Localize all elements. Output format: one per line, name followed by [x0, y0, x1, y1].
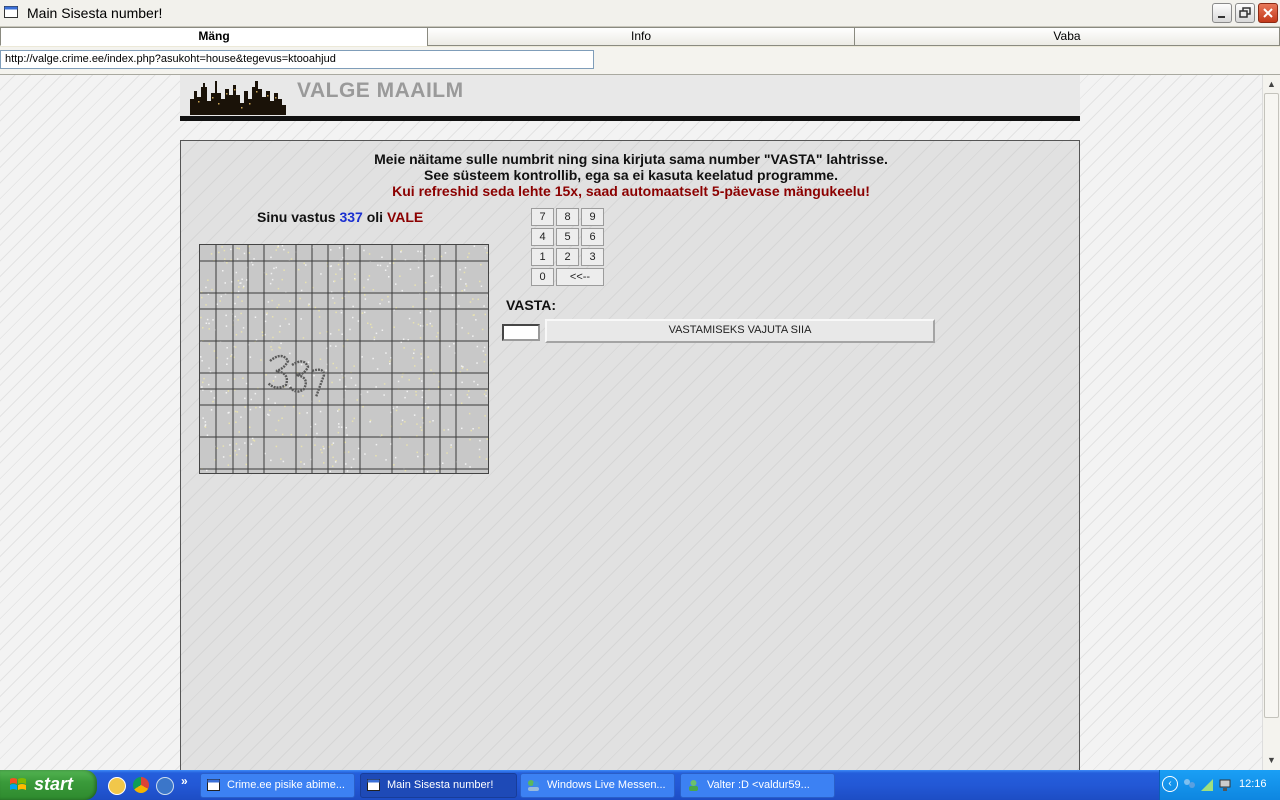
scroll-thumb[interactable] [1264, 93, 1279, 718]
tab-mang[interactable]: Mäng [0, 27, 428, 46]
restore-icon [1239, 7, 1251, 18]
chat-icon [689, 780, 698, 791]
vertical-scrollbar[interactable]: ▲ ▼ [1262, 75, 1280, 770]
key-4[interactable]: 4 [531, 228, 554, 246]
refresh-warning: Kui refreshid seda lehte 15x, saad autom… [392, 183, 870, 199]
close-icon [1263, 8, 1273, 18]
restore-button[interactable] [1235, 3, 1255, 23]
key-8[interactable]: 8 [556, 208, 579, 226]
minimize-icon [1218, 16, 1225, 18]
tab-bar: Mäng Info Vaba [0, 27, 1280, 47]
network-icon[interactable] [1218, 778, 1232, 792]
answer-prefix: Sinu vastus [257, 209, 336, 225]
address-field[interactable]: http://valge.crime.ee/index.php?asukoht=… [0, 50, 594, 69]
wifi-signal-icon[interactable] [1200, 778, 1214, 792]
captcha-image [199, 244, 489, 474]
window-icon [207, 779, 220, 791]
close-button[interactable] [1258, 3, 1278, 23]
task-label: Windows Live Messen... [547, 779, 666, 791]
key-2[interactable]: 2 [556, 248, 579, 266]
task-label: Crime.ee pisike abime... [227, 779, 345, 791]
windows-flag-icon [10, 778, 26, 790]
task-label: Main Sisesta number! [387, 779, 494, 791]
window-title: Main Sisesta number! [27, 5, 163, 21]
key-3[interactable]: 3 [581, 248, 604, 266]
instructions: Meie näitame sulle numbrit ning sina kir… [181, 151, 1081, 199]
system-tray: ‹ 12:16 [1159, 770, 1280, 800]
quicklaunch-more-icon[interactable]: » [181, 774, 188, 788]
key-1[interactable]: 1 [531, 248, 554, 266]
city-skyline-logo [190, 81, 286, 115]
page-content: VALGE MAAILM Meie näitame sulle numbrit … [0, 75, 1262, 770]
captcha-panel: Meie näitame sulle numbrit ning sina kir… [180, 140, 1080, 770]
window-title-bar: Main Sisesta number! [0, 0, 1280, 27]
minimize-button[interactable] [1212, 3, 1232, 23]
answer-label: VASTA: [506, 297, 557, 313]
ie-quicklaunch-icon[interactable] [108, 777, 126, 795]
task-label: Valter :D <valdur59... [707, 779, 810, 791]
key-7[interactable]: 7 [531, 208, 554, 226]
tray-expand-icon[interactable]: ‹ [1162, 776, 1178, 792]
key-0[interactable]: 0 [531, 268, 554, 286]
messenger-icon [528, 780, 539, 791]
previous-answer: Sinu vastus 337 oli VALE [257, 209, 423, 225]
browser-app-icon [4, 6, 18, 18]
key-5[interactable]: 5 [556, 228, 579, 246]
media-player-quicklaunch-icon[interactable] [156, 777, 174, 795]
taskbar-item-messenger[interactable]: Windows Live Messen... [520, 773, 675, 798]
site-banner: VALGE MAAILM [180, 75, 1080, 117]
taskbar: start » Crime.ee pisike abime... Main Si… [0, 770, 1280, 800]
start-button[interactable]: start [0, 770, 97, 800]
site-logo-text: VALGE MAAILM [297, 79, 464, 102]
start-label: start [34, 774, 74, 794]
key-6[interactable]: 6 [581, 228, 604, 246]
answer-middle: oli [366, 209, 384, 225]
instruction-line-1: Meie näitame sulle numbrit ning sina kir… [374, 151, 888, 167]
answer-number: 337 [339, 209, 363, 225]
tab-info[interactable]: Info [427, 27, 855, 46]
captcha-noise-grid [200, 245, 488, 473]
taskbar-item-main-sisesta[interactable]: Main Sisesta number! [360, 773, 517, 798]
banner-divider [180, 116, 1080, 121]
chrome-quicklaunch-icon[interactable] [133, 777, 149, 793]
users-tray-icon[interactable] [1182, 778, 1196, 792]
answer-result: VALE [386, 209, 424, 225]
submit-button[interactable]: VASTAMISEKS VAJUTA SIIA [545, 319, 935, 343]
scroll-up-arrow-icon[interactable]: ▲ [1264, 77, 1279, 92]
instruction-line-2: See süsteem kontrollib, ega sa ei kasuta… [424, 167, 838, 183]
taskbar-item-chat-valter[interactable]: Valter :D <valdur59... [680, 773, 835, 798]
taskbar-item-crime-abi[interactable]: Crime.ee pisike abime... [200, 773, 355, 798]
key-backspace[interactable]: <<-- [556, 268, 604, 286]
answer-input[interactable] [502, 324, 540, 341]
clock: 12:16 [1239, 778, 1267, 790]
key-9[interactable]: 9 [581, 208, 604, 226]
window-icon [367, 779, 380, 791]
scroll-down-arrow-icon[interactable]: ▼ [1264, 753, 1279, 768]
tab-vaba[interactable]: Vaba [854, 27, 1280, 46]
